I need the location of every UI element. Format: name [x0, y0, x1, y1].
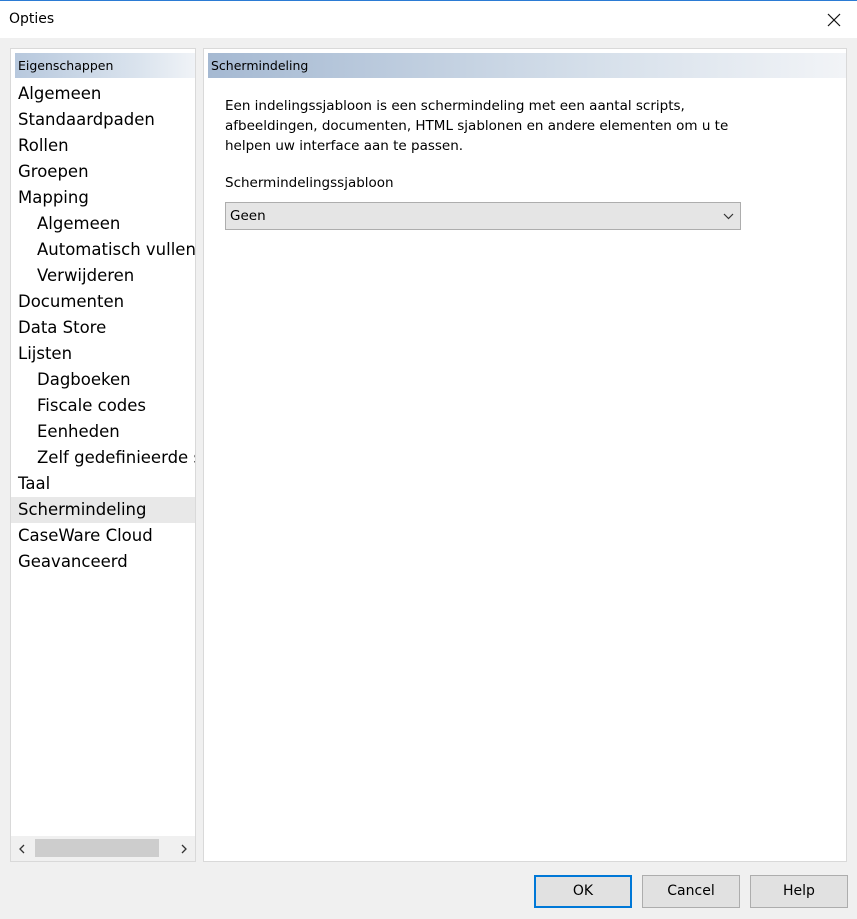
- scroll-right-button[interactable]: [173, 836, 195, 861]
- window-title: Opties: [9, 11, 55, 27]
- tree-item[interactable]: Verwijderen: [11, 263, 195, 289]
- tree-item[interactable]: Zelf gedefinieerde sa: [11, 445, 195, 471]
- chevron-right-icon: [181, 844, 187, 853]
- horizontal-scrollbar[interactable]: [11, 836, 195, 861]
- template-select-value: Geen: [230, 208, 266, 224]
- settings-panel: Schermindeling Een indelingssjabloon is …: [203, 48, 847, 862]
- tree-item[interactable]: Taal: [11, 471, 195, 497]
- close-icon: [827, 13, 841, 26]
- close-button[interactable]: [811, 1, 857, 38]
- settings-header: Schermindeling: [208, 53, 846, 78]
- tree-item[interactable]: Automatisch vullen: [11, 237, 195, 263]
- chevron-left-icon: [19, 844, 25, 853]
- cancel-button[interactable]: Cancel: [642, 875, 740, 908]
- tree-item[interactable]: Mapping: [11, 185, 195, 211]
- title-bar: Opties: [0, 0, 857, 38]
- tree-item[interactable]: Lijsten: [11, 341, 195, 367]
- tree-item[interactable]: Algemeen: [11, 211, 195, 237]
- tree-item[interactable]: Groepen: [11, 159, 195, 185]
- scroll-left-button[interactable]: [11, 836, 33, 861]
- tree-item[interactable]: CaseWare Cloud: [11, 523, 195, 549]
- template-field-label: Schermindelingssjabloon: [225, 175, 394, 191]
- tree-item[interactable]: Dagboeken: [11, 367, 195, 393]
- help-button[interactable]: Help: [750, 875, 848, 908]
- scrollbar-thumb[interactable]: [35, 839, 159, 857]
- chevron-down-icon: [723, 213, 734, 220]
- tree-item[interactable]: Eenheden: [11, 419, 195, 445]
- properties-panel: Eigenschappen Algemeen Standaardpaden Roll…: [10, 48, 196, 862]
- tree-item[interactable]: Data Store: [11, 315, 195, 341]
- description-text: Een indelingssjabloon is een schermindel…: [225, 98, 729, 154]
- ok-button[interactable]: OK: [534, 875, 632, 908]
- tree-item[interactable]: Rollen: [11, 133, 195, 159]
- template-select[interactable]: Geen: [225, 202, 741, 230]
- properties-header: Eigenschappen: [15, 53, 195, 78]
- tree-item[interactable]: Documenten: [11, 289, 195, 315]
- tree-item[interactable]: Geavanceerd: [11, 549, 195, 575]
- tree-item[interactable]: Algemeen: [11, 81, 195, 107]
- tree-item[interactable]: Fiscale codes: [11, 393, 195, 419]
- properties-tree[interactable]: Algemeen Standaardpaden Rollen Groepen Mappi…: [11, 79, 195, 836]
- tree-item[interactable]: Standaardpaden: [11, 107, 195, 133]
- tree-item[interactable]: Schermindeling: [11, 497, 195, 523]
